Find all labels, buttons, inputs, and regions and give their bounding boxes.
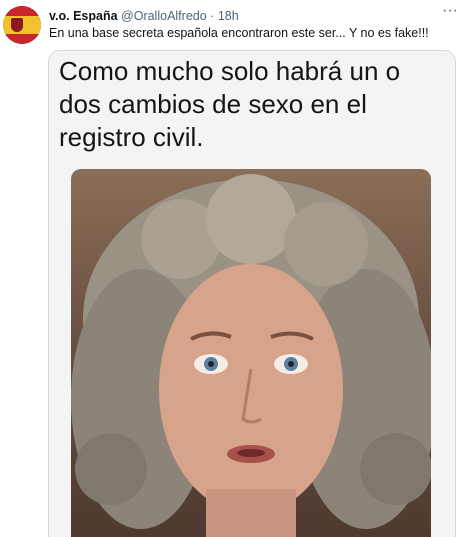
portrait-illustration <box>71 174 431 537</box>
meme-image: Como mucho solo habrá un o dos cambios d… <box>49 51 455 537</box>
tweet-media[interactable]: Como mucho solo habrá un o dos cambios d… <box>48 50 456 537</box>
portrait-photo <box>71 169 431 537</box>
avatar[interactable] <box>3 6 41 44</box>
avatar-flag-stripe <box>3 6 41 16</box>
meme-caption: Como mucho solo habrá un o dos cambios d… <box>59 56 401 152</box>
tweet-text: En una base secreta española encontraron… <box>49 26 429 40</box>
user-handle[interactable]: @OralloAlfredo <box>121 9 207 23</box>
timestamp[interactable]: 18h <box>218 9 239 23</box>
separator-dot: · <box>210 9 215 23</box>
display-name[interactable]: v.o. España <box>49 9 118 23</box>
tweet-header: v.o. España @OralloAlfredo · 18h <box>49 8 239 24</box>
more-options-icon[interactable]: ··· <box>439 3 461 22</box>
avatar-flag-stripe <box>3 34 41 44</box>
avatar-crest-icon <box>11 18 23 32</box>
